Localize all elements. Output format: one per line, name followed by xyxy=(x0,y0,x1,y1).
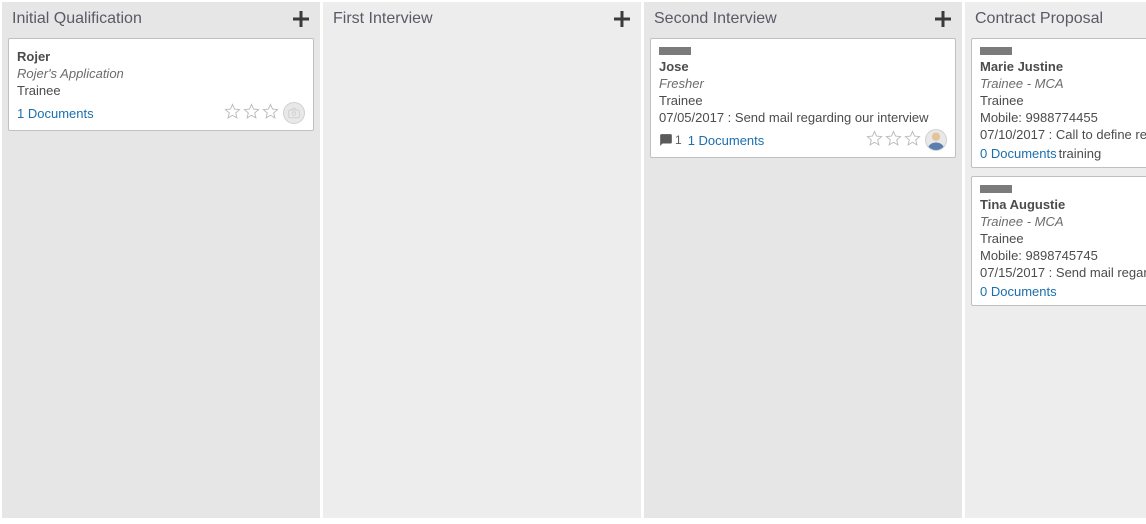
applicant-name: Rojer xyxy=(17,49,305,64)
comment-icon[interactable] xyxy=(659,133,673,147)
column-header: First Interview xyxy=(323,2,641,38)
star-icon[interactable] xyxy=(885,130,902,150)
mobile-line: Mobile: 9988774455 xyxy=(980,110,1146,125)
column-header: Contract Proposal xyxy=(965,2,1146,38)
extra-text: training xyxy=(1059,146,1102,161)
kanban-column: Initial Qualification Rojer Rojer's Applic… xyxy=(2,2,320,518)
schedule-line: 07/05/2017 : Send mail regarding our int… xyxy=(659,110,947,125)
applicant-name: Marie Justine xyxy=(980,59,1146,74)
kanban-column: Second Interview Jose Fresher Trainee 07/05/… xyxy=(644,2,962,518)
priority-stars[interactable] xyxy=(224,103,279,123)
priority-stars[interactable] xyxy=(866,130,921,150)
column-title: Contract Proposal xyxy=(975,10,1103,28)
add-card-icon[interactable] xyxy=(934,10,952,28)
schedule-line: 07/10/2017 : Call to define real xyxy=(980,127,1146,142)
column-header: Initial Qualification xyxy=(2,2,320,38)
card-footer: 0 Documents xyxy=(980,284,1146,299)
column-title: Initial Qualification xyxy=(12,10,142,28)
avatar[interactable] xyxy=(925,129,947,151)
card-footer-left: 1 Documents xyxy=(17,106,94,121)
job-title: Trainee xyxy=(659,93,947,108)
card-color-strip xyxy=(659,47,691,55)
card-footer: 0 Documentstraining xyxy=(980,146,1146,161)
documents-link[interactable]: 1 Documents xyxy=(17,106,94,121)
card-footer-left: 0 Documents xyxy=(980,284,1057,299)
star-icon[interactable] xyxy=(243,103,260,123)
documents-link[interactable]: 1 Documents xyxy=(688,133,765,148)
card-color-strip xyxy=(980,47,1012,55)
job-title: Trainee xyxy=(17,83,305,98)
application-subject: Fresher xyxy=(659,76,947,91)
card-footer-left: 1 1 Documents xyxy=(659,133,764,148)
star-icon[interactable] xyxy=(262,103,279,123)
schedule-line: 07/15/2017 : Send mail regarding xyxy=(980,265,1146,280)
mobile-line: Mobile: 9898745745 xyxy=(980,248,1146,263)
card-footer: 1 Documents xyxy=(17,102,305,124)
card-footer: 1 1 Documents xyxy=(659,129,947,151)
kanban-card[interactable]: Tina Augustie Trainee - MCA Trainee Mobile:… xyxy=(971,176,1146,306)
documents-link[interactable]: 0 Documents xyxy=(980,146,1057,161)
kanban-column: Contract Proposal Marie Justine Trainee - … xyxy=(965,2,1146,518)
card-color-strip xyxy=(980,185,1012,193)
application-subject: Trainee - MCA xyxy=(980,214,1146,229)
camera-icon[interactable] xyxy=(283,102,305,124)
add-card-icon[interactable] xyxy=(613,10,631,28)
star-icon[interactable] xyxy=(224,103,241,123)
job-title: Trainee xyxy=(980,231,1146,246)
column-header: Second Interview xyxy=(644,2,962,38)
applicant-name: Jose xyxy=(659,59,947,74)
applicant-name: Tina Augustie xyxy=(980,197,1146,212)
column-title: First Interview xyxy=(333,10,433,28)
kanban-card[interactable]: Rojer Rojer's Application Trainee 1 Documen… xyxy=(8,38,314,131)
documents-link[interactable]: 0 Documents xyxy=(980,284,1057,299)
kanban-card[interactable]: Jose Fresher Trainee 07/05/2017 : Send mail… xyxy=(650,38,956,158)
kanban-board[interactable]: Initial Qualification Rojer Rojer's Applic… xyxy=(0,0,1146,524)
application-subject: Rojer's Application xyxy=(17,66,305,81)
star-icon[interactable] xyxy=(904,130,921,150)
job-title: Trainee xyxy=(980,93,1146,108)
add-card-icon[interactable] xyxy=(292,10,310,28)
comment-count: 1 xyxy=(675,133,682,147)
application-subject: Trainee - MCA xyxy=(980,76,1146,91)
card-footer-left: 0 Documentstraining xyxy=(980,146,1101,161)
kanban-card[interactable]: Marie Justine Trainee - MCA Trainee Mobile:… xyxy=(971,38,1146,168)
kanban-column: First Interview xyxy=(323,2,641,518)
star-icon[interactable] xyxy=(866,130,883,150)
column-title: Second Interview xyxy=(654,10,777,28)
